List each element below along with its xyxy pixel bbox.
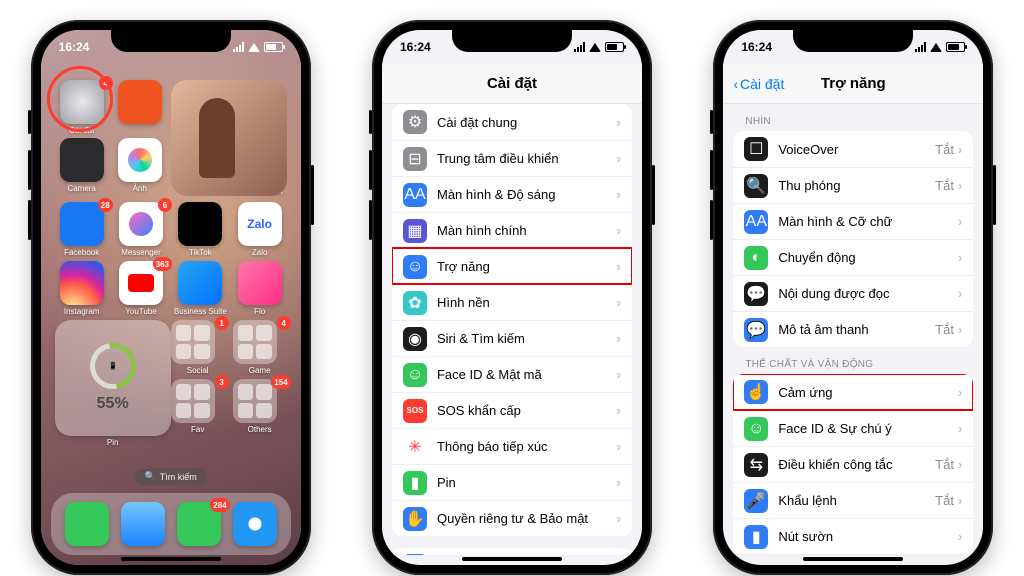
audio-icon: 💬 — [744, 318, 768, 342]
battery-icon: ▮ — [403, 471, 427, 495]
side-button-icon: ▮ — [744, 525, 768, 549]
app-tiktok[interactable]: TikTok — [173, 202, 227, 257]
app-zalo[interactable]: ZaloZalo — [233, 202, 287, 257]
hand-icon: ✋ — [403, 507, 427, 531]
phone-settings: 16:24 Cài đặt ⚙Cài đặt chung› ⊟Trung tâm… — [372, 20, 652, 575]
grid-icon: ▦ — [403, 219, 427, 243]
cell-control-center[interactable]: ⊟Trung tâm điều khiển› — [392, 140, 632, 176]
voiceover-icon: ☐ — [744, 137, 768, 161]
folder-game[interactable]: 4Game — [233, 320, 287, 375]
folder-fav[interactable]: 3Fav — [171, 379, 225, 434]
motion-icon: ◐ — [744, 246, 768, 270]
cell-nearby[interactable]: ▣Điều khiển thiết bị ở gần› — [733, 554, 973, 555]
app-camera[interactable]: Camera — [55, 138, 109, 193]
folder-others[interactable]: 154Others — [233, 379, 287, 434]
app-youtube[interactable]: 363YouTube — [114, 261, 168, 316]
app-flo[interactable]: Flo — [233, 261, 287, 316]
faceid-icon: ☺ — [403, 363, 427, 387]
search-icon: 🔍 — [145, 471, 156, 482]
dock-messages[interactable]: 284 — [172, 502, 226, 546]
cell-siri[interactable]: ◉Siri & Tìm kiếm› — [392, 320, 632, 356]
folder-social[interactable]: 1Social — [171, 320, 225, 375]
flower-icon: ✿ — [403, 291, 427, 315]
cell-faceid[interactable]: ☺Face ID & Mật mã› — [392, 356, 632, 392]
group-vision: NHÌN — [745, 116, 973, 127]
cell-faceid-attn[interactable]: ☺Face ID & Sự chú ý› — [733, 410, 973, 446]
app-photos[interactable]: Ảnh — [113, 138, 167, 193]
group-motor: THỂ CHẤT VÀ VẬN ĐỘNG — [745, 359, 973, 370]
cell-motion[interactable]: ◐Chuyển động› — [733, 239, 973, 275]
app-instagram[interactable]: Instagram — [55, 261, 109, 316]
sos-icon: SOS — [403, 399, 427, 423]
cell-appstore[interactable]: AApp Store› — [392, 548, 632, 555]
touch-icon: ☝ — [744, 380, 768, 404]
cell-general[interactable]: ⚙Cài đặt chung› — [392, 104, 632, 140]
voice-icon: 🎤 — [744, 489, 768, 513]
cell-accessibility[interactable]: ☺Trợ năng› — [392, 248, 632, 284]
nav-bar: Cài đặt — [382, 64, 642, 104]
dock: 284 — [51, 493, 291, 555]
widget-battery[interactable]: 📱 55% Pin — [55, 320, 171, 447]
cell-wallpaper[interactable]: ✿Hình nền› — [392, 284, 632, 320]
text-size-icon: AA — [403, 183, 427, 207]
phone-accessibility: 16:24 ‹Cài đặt Trợ năng NHÌN ☐VoiceOverT… — [713, 20, 993, 575]
app-facebook[interactable]: 28Facebook — [55, 202, 109, 257]
dock-safari[interactable] — [228, 502, 282, 546]
chevron-right-icon: › — [617, 115, 621, 130]
status-time: 16:24 — [59, 40, 90, 54]
dock-phone[interactable] — [60, 502, 114, 546]
chevron-left-icon: ‹ — [733, 76, 738, 92]
phone-home: 16:24 4 Cài đặt . — [31, 20, 311, 575]
widget-photo[interactable] — [171, 80, 287, 196]
home-indicator[interactable] — [803, 557, 903, 561]
cell-sos[interactable]: SOSSOS khẩn cấp› — [392, 392, 632, 428]
badge: 4 — [99, 76, 113, 90]
page-title: Cài đặt — [487, 75, 537, 92]
text-size-icon: AA — [744, 210, 768, 234]
cell-textsize[interactable]: AAMàn hình & Cỡ chữ› — [733, 203, 973, 239]
switch-icon: ⇆ — [744, 453, 768, 477]
home-indicator[interactable] — [462, 557, 562, 561]
cell-spoken[interactable]: 💬Nội dung được đọc› — [733, 275, 973, 311]
page-title: Trợ năng — [821, 75, 886, 92]
appstore-icon: A — [403, 554, 427, 555]
zoom-icon: 🔍 — [744, 174, 768, 198]
siri-icon: ◉ — [403, 327, 427, 351]
cell-voicecmd[interactable]: 🎤Khẩu lệnhTắt› — [733, 482, 973, 518]
cell-display[interactable]: AAMàn hình & Độ sáng› — [392, 176, 632, 212]
faceid-icon: ☺ — [744, 417, 768, 441]
exposure-icon: ✳ — [403, 435, 427, 459]
cell-battery[interactable]: ▮Pin› — [392, 464, 632, 500]
cell-switch[interactable]: ⇆Điều khiển công tắcTắt› — [733, 446, 973, 482]
cell-audiodesc[interactable]: 💬Mô tả âm thanhTắt› — [733, 311, 973, 347]
spotlight-search[interactable]: 🔍 Tìm kiếm — [135, 468, 207, 485]
back-button[interactable]: ‹Cài đặt — [733, 76, 784, 92]
cell-voiceover[interactable]: ☐VoiceOverTắt› — [733, 131, 973, 167]
cell-privacy[interactable]: ✋Quyền riêng tư & Bảo mật› — [392, 500, 632, 536]
accessibility-icon: ☺ — [403, 255, 427, 279]
cell-touch[interactable]: ☝Cảm ứng› — [733, 374, 973, 410]
cell-sidebutton[interactable]: ▮Nút sườn› — [733, 518, 973, 554]
speech-icon: 💬 — [744, 282, 768, 306]
cellular-icon — [233, 42, 244, 52]
cell-exposure[interactable]: ✳Thông báo tiếp xúc› — [392, 428, 632, 464]
nav-bar: ‹Cài đặt Trợ năng — [723, 64, 983, 104]
app-business-suite[interactable]: Business Suite — [173, 261, 227, 316]
battery-icon — [264, 42, 283, 52]
wifi-icon — [248, 43, 260, 52]
cell-zoom[interactable]: 🔍Thu phóngTắt› — [733, 167, 973, 203]
sliders-icon: ⊟ — [403, 147, 427, 171]
cell-homescreen[interactable]: ▦Màn hình chính› — [392, 212, 632, 248]
gear-icon: ⚙ — [403, 110, 427, 134]
dock-mail[interactable] — [116, 502, 170, 546]
app-messenger[interactable]: 6Messenger — [114, 202, 168, 257]
home-indicator[interactable] — [121, 557, 221, 561]
